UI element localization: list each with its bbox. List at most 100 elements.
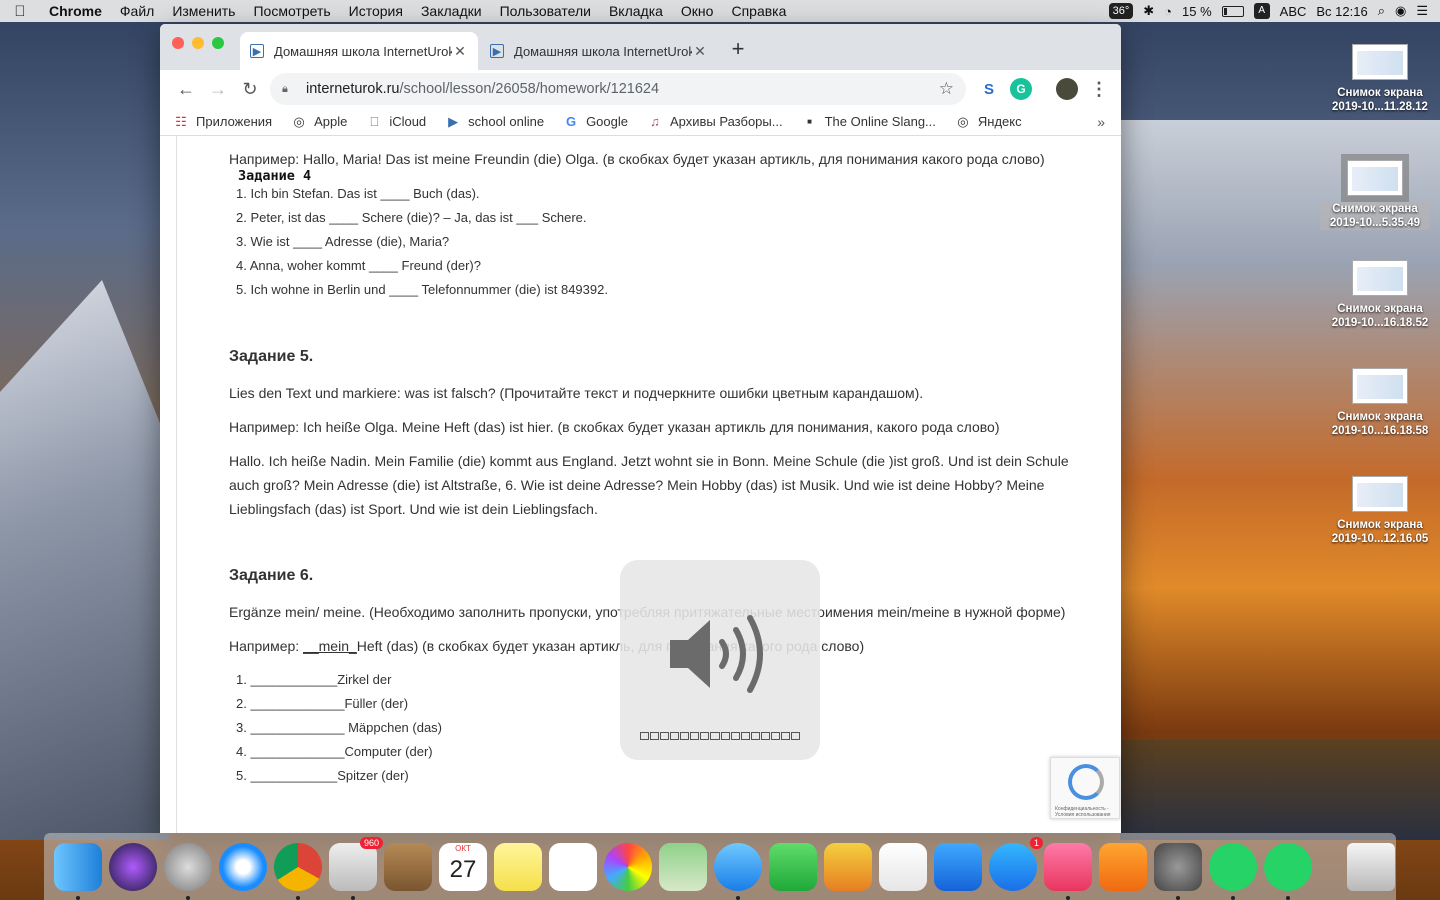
more-bookmarks-icon[interactable]: » (1097, 114, 1105, 130)
bookmark-apple[interactable]: ◎ Apple (292, 114, 347, 130)
profile-avatar[interactable] (1056, 78, 1078, 100)
maps-icon[interactable] (659, 842, 707, 891)
temperature-badge[interactable]: 36° (1108, 3, 1134, 19)
battery-icon[interactable] (1221, 5, 1244, 17)
system-preferences-icon[interactable] (1154, 842, 1202, 900)
task4-title: Задание 4 (238, 168, 312, 184)
play-favicon-icon: ▶ (448, 113, 459, 129)
wallpaper-lake (1120, 740, 1440, 840)
menu-bookmarks[interactable]: Закладки (412, 3, 491, 19)
lock-icon[interactable]: 🔒︎ (282, 83, 294, 95)
calendar-icon[interactable]: ОКТ 27 (439, 842, 487, 891)
menu-history[interactable]: История (340, 3, 412, 19)
clock[interactable]: Вс 12:16 (1316, 4, 1367, 19)
reload-button[interactable]: ↻ (234, 79, 266, 100)
volume-segment (680, 732, 690, 740)
preview-icon[interactable] (824, 842, 872, 891)
finder-icon[interactable] (54, 842, 102, 900)
close-window-button[interactable] (172, 37, 184, 49)
menu-tab[interactable]: Вкладка (600, 3, 672, 19)
tab-interneturok-1[interactable]: ▶ Домашняя школа InternetUrok ✕ (240, 32, 478, 70)
forward-button[interactable]: → (202, 79, 234, 100)
volume-segment (770, 732, 780, 740)
app-store-icon[interactable]: 1 (989, 836, 1043, 891)
list-item-text: Anna, woher kommt ____ Freund (der)? (249, 258, 481, 273)
kebab-menu-icon[interactable]: ⋮ (1088, 78, 1110, 100)
bookmark-apps[interactable]: ☷ Приложения (174, 114, 272, 130)
file-thumbnail (1352, 368, 1408, 404)
menu-app-name[interactable]: Chrome (40, 3, 111, 19)
bookmark-school-online[interactable]: ▶ school online (446, 114, 544, 130)
bluetooth-icon[interactable]: ✱ (1143, 3, 1154, 19)
bookmark-yandex[interactable]: ◎ Яндекс (956, 114, 1021, 130)
wifi-icon[interactable]: ◔ (1164, 4, 1172, 19)
menu-help[interactable]: Справка (722, 3, 795, 19)
calendar-day: 27 (449, 855, 477, 883)
file-name: Снимок экрана (1337, 411, 1423, 423)
notification-center-icon[interactable]: ☰ (1416, 3, 1428, 19)
facetime-icon[interactable] (769, 842, 817, 891)
volume-segment (780, 732, 790, 740)
file-date: 2019-10...5.35.49 (1329, 217, 1421, 229)
menu-view[interactable]: Посмотреть (244, 3, 339, 19)
bookmark-label: Apple (314, 114, 348, 129)
notes-icon[interactable] (494, 842, 542, 891)
siri-icon[interactable] (109, 842, 157, 891)
mail-icon[interactable]: 960 (329, 836, 383, 900)
back-button[interactable]: ← (170, 79, 202, 100)
desktop-screenshot-file[interactable]: Снимок экрана 2019-10...11.28.12 (1325, 44, 1435, 114)
chrome-icon[interactable] (274, 842, 322, 900)
dock: 960 ОКТ 27 1 (44, 833, 1396, 900)
menu-edit[interactable]: Изменить (163, 3, 244, 19)
bookmark-online-slang[interactable]: ■ The Online Slang... (803, 114, 936, 129)
list-item-text: Ich wohne in Berlin und ____ Telefonnumm… (250, 282, 608, 297)
bookmark-icloud[interactable]:  iCloud (367, 114, 426, 129)
menu-users[interactable]: Пользователи (491, 3, 600, 19)
contacts-icon[interactable] (384, 842, 432, 891)
desktop-screenshot-file[interactable]: Снимок экрана 2019-10...12.16.05 (1325, 476, 1435, 546)
siri-icon[interactable]: ◉ (1395, 3, 1406, 19)
desktop-screenshot-file[interactable]: Снимок экрана 2019-10...16.18.52 (1325, 260, 1435, 330)
trash-icon[interactable] (1347, 842, 1395, 891)
photos-icon[interactable] (604, 842, 652, 891)
grammarly-extension-icon[interactable]: G (1010, 78, 1032, 100)
task5-instruction: Lies den Text und markiere: was ist fals… (229, 385, 924, 401)
tab-interneturok-2[interactable]: ▶ Домашняя школа InternetUrok ✕ (480, 32, 718, 70)
address-bar[interactable]: 🔒︎ interneturok.ru/school/lesson/26058/h… (270, 73, 966, 105)
whatsapp-icon[interactable] (1209, 842, 1257, 900)
volume-segment (660, 732, 670, 740)
apple-menu-icon[interactable]:  (0, 3, 40, 20)
file-thumbnail (1352, 260, 1408, 296)
file-date: 2019-10...16.18.52 (1331, 317, 1429, 329)
zoom-window-button[interactable] (212, 37, 224, 49)
close-tab-icon[interactable]: ✕ (692, 43, 708, 60)
minimize-window-button[interactable] (192, 37, 204, 49)
messages-icon[interactable] (714, 842, 762, 900)
new-tab-button[interactable]: + (726, 36, 750, 62)
close-tab-icon[interactable]: ✕ (452, 43, 468, 60)
itunes-icon[interactable] (1044, 842, 1092, 900)
bookmark-star-icon[interactable]: ☆ (939, 79, 954, 99)
safari-icon[interactable] (219, 842, 267, 891)
bookmark-archives[interactable]: ♫ Архивы Разборы... (648, 114, 782, 129)
keyboard-layout-icon[interactable]: A (1253, 3, 1270, 19)
keyboard-layout-label[interactable]: ABC (1280, 4, 1307, 19)
menu-file[interactable]: Файл (111, 3, 163, 19)
keynote-icon[interactable] (934, 842, 982, 891)
desktop-screenshot-file[interactable]: Снимок экрана 2019-10...16.18.58 (1325, 368, 1435, 438)
tab-title: Домашняя школа InternetUrok (514, 43, 692, 59)
battery-percent[interactable]: 15 % (1182, 4, 1212, 19)
skype-extension-icon[interactable]: S (978, 78, 1000, 100)
browser-toolbar: ← → ↻ 🔒︎ interneturok.ru/school/lesson/2… (160, 70, 1121, 108)
launchpad-icon[interactable] (164, 842, 212, 900)
recaptcha-badge[interactable]: Конфиденциальность - Условия использован… (1050, 757, 1120, 819)
whatsapp-desktop-icon[interactable] (1264, 842, 1312, 900)
spotlight-search-icon[interactable]: ⌕ (1378, 3, 1385, 19)
menu-window[interactable]: Окно (672, 3, 723, 19)
bookmark-google[interactable]: G Google (564, 114, 628, 129)
reminders-icon[interactable] (549, 842, 597, 891)
numbers-icon[interactable] (879, 842, 927, 891)
list-item-text: _____________Computer (der) (250, 744, 433, 759)
desktop-screenshot-file[interactable]: Снимок экрана 2019-10...5.35.49 (1320, 154, 1430, 230)
books-icon[interactable] (1099, 842, 1147, 891)
